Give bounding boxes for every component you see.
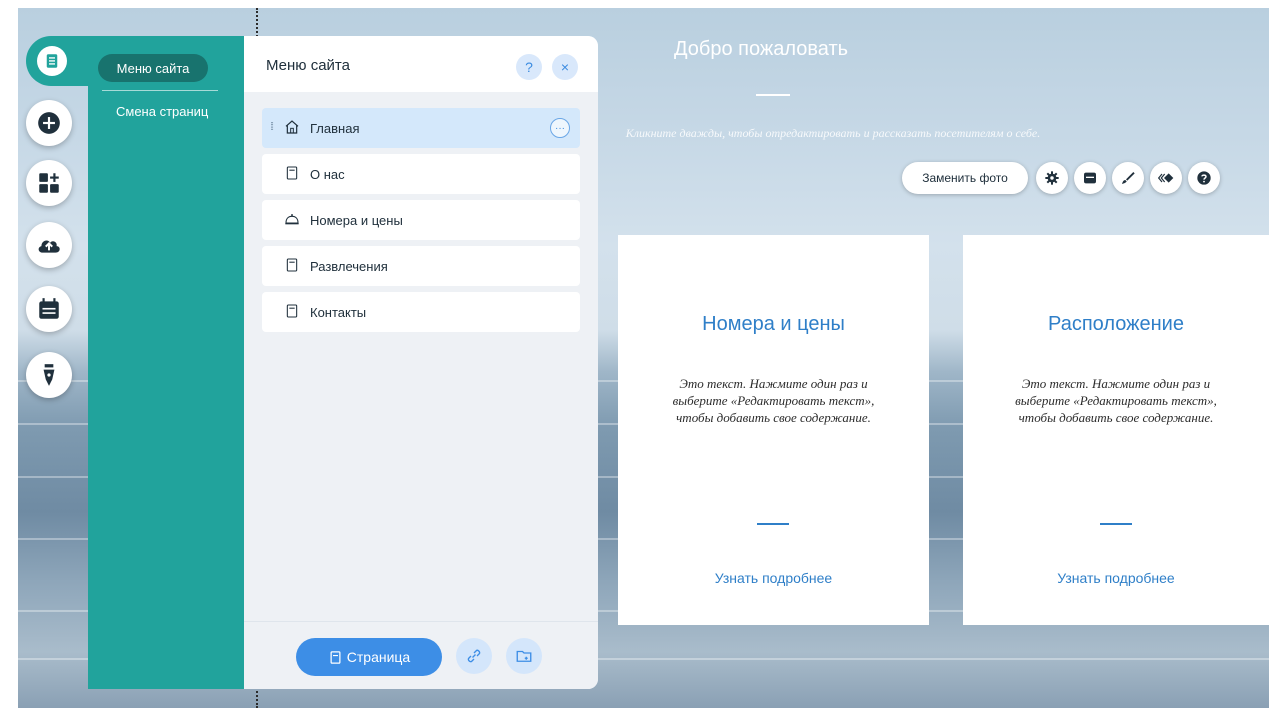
page-item-label: Развлечения bbox=[310, 258, 388, 274]
add-link-button[interactable] bbox=[456, 638, 492, 674]
link-icon bbox=[467, 649, 481, 663]
editor-canvas: Добро пожаловать Кликните дважды, чтобы … bbox=[18, 8, 1269, 708]
page-item-rooms[interactable]: Номера и цены bbox=[262, 200, 580, 240]
location-card[interactable]: Расположение Это текст. Нажмите один раз… bbox=[963, 235, 1269, 625]
card-learn-more-link[interactable]: Узнать подробнее bbox=[618, 570, 929, 586]
hero-text[interactable]: Кликните дважды, чтобы отредактировать и… bbox=[598, 124, 1068, 142]
layout-icon bbox=[1084, 172, 1096, 184]
layout-button[interactable] bbox=[1074, 162, 1106, 194]
hero-title[interactable]: Добро пожаловать bbox=[674, 38, 848, 61]
tab-divider bbox=[102, 90, 218, 91]
panel-header: Меню сайта ? × bbox=[244, 36, 598, 92]
design-button[interactable] bbox=[1112, 162, 1144, 194]
gear-icon bbox=[1045, 171, 1059, 185]
replace-photo-button[interactable]: Заменить фото bbox=[902, 162, 1028, 194]
pages-panel-nav: Меню сайта Смена страниц bbox=[88, 36, 244, 689]
page-item-contacts[interactable]: Контакты bbox=[262, 292, 580, 332]
brush-icon bbox=[1122, 172, 1135, 184]
panel-help-button[interactable]: ? bbox=[516, 54, 542, 80]
pages-icon bbox=[46, 54, 58, 68]
card-learn-more-link[interactable]: Узнать подробнее bbox=[963, 570, 1269, 586]
page-item-entertainment[interactable]: Развлечения bbox=[262, 246, 580, 286]
home-icon bbox=[284, 119, 302, 137]
add-page-button[interactable]: Страница bbox=[296, 638, 442, 676]
card-text[interactable]: Это текст. Нажмите один раз и выберите «… bbox=[1003, 375, 1229, 426]
cloud-upload-icon bbox=[38, 240, 60, 253]
help-button[interactable] bbox=[1188, 162, 1220, 194]
page-icon bbox=[284, 165, 302, 183]
page-item-label: О нас bbox=[310, 166, 345, 182]
add-page-label: Страница bbox=[346, 649, 411, 665]
card-text[interactable]: Это текст. Нажмите один раз и выберите «… bbox=[658, 375, 889, 426]
page-icon bbox=[284, 303, 302, 321]
page-icon bbox=[330, 650, 341, 664]
sidebar-blog-button[interactable] bbox=[26, 352, 72, 398]
pen-nib-icon bbox=[43, 364, 55, 386]
sidebar-pages-button[interactable] bbox=[26, 36, 96, 86]
sidebar-add-button[interactable] bbox=[26, 100, 72, 146]
pages-icon-badge bbox=[37, 46, 67, 76]
sidebar-apps-button[interactable] bbox=[26, 160, 72, 206]
help-icon bbox=[1197, 171, 1211, 185]
tab-site-menu[interactable]: Меню сайта bbox=[98, 54, 208, 82]
card-divider bbox=[757, 523, 789, 525]
page-item-label: Главная bbox=[310, 120, 360, 136]
site-menu-panel: Меню сайта ? × ⁞⁞ Главная ··· О нас Номе… bbox=[244, 36, 598, 689]
add-folder-button[interactable] bbox=[506, 638, 542, 674]
card-title[interactable]: Расположение bbox=[963, 313, 1269, 336]
sidebar-upload-button[interactable] bbox=[26, 222, 72, 268]
sidebar-bookings-button[interactable] bbox=[26, 286, 72, 332]
panel-footer: Страница bbox=[244, 621, 598, 689]
service-bell-icon bbox=[284, 211, 302, 229]
hero-divider bbox=[756, 94, 790, 96]
page-item-label: Номера и цены bbox=[310, 212, 403, 228]
plus-icon bbox=[38, 112, 60, 134]
card-divider bbox=[1100, 523, 1132, 525]
card-title[interactable]: Номера и цены bbox=[618, 313, 929, 336]
add-folder-icon bbox=[516, 650, 532, 662]
close-icon: × bbox=[560, 59, 570, 75]
rooms-card[interactable]: Номера и цены Это текст. Нажмите один ра… bbox=[618, 235, 929, 625]
help-icon: ? bbox=[525, 59, 533, 75]
panel-close-button[interactable]: × bbox=[552, 54, 578, 80]
page-icon bbox=[284, 257, 302, 275]
drag-handle-icon[interactable]: ⁞⁞ bbox=[270, 121, 274, 133]
page-item-label: Контакты bbox=[310, 304, 367, 320]
add-apps-icon bbox=[39, 173, 59, 193]
page-item-home[interactable]: ⁞⁞ Главная ··· bbox=[262, 108, 580, 148]
tab-page-transitions[interactable]: Смена страниц bbox=[116, 104, 208, 119]
panel-title: Меню сайта bbox=[266, 57, 350, 74]
settings-button[interactable] bbox=[1036, 162, 1068, 194]
page-item-about[interactable]: О нас bbox=[262, 154, 580, 194]
page-more-actions-button[interactable]: ··· bbox=[550, 118, 570, 138]
animation-button[interactable] bbox=[1150, 162, 1182, 194]
calendar-icon bbox=[39, 298, 59, 319]
animation-icon bbox=[1158, 173, 1174, 183]
